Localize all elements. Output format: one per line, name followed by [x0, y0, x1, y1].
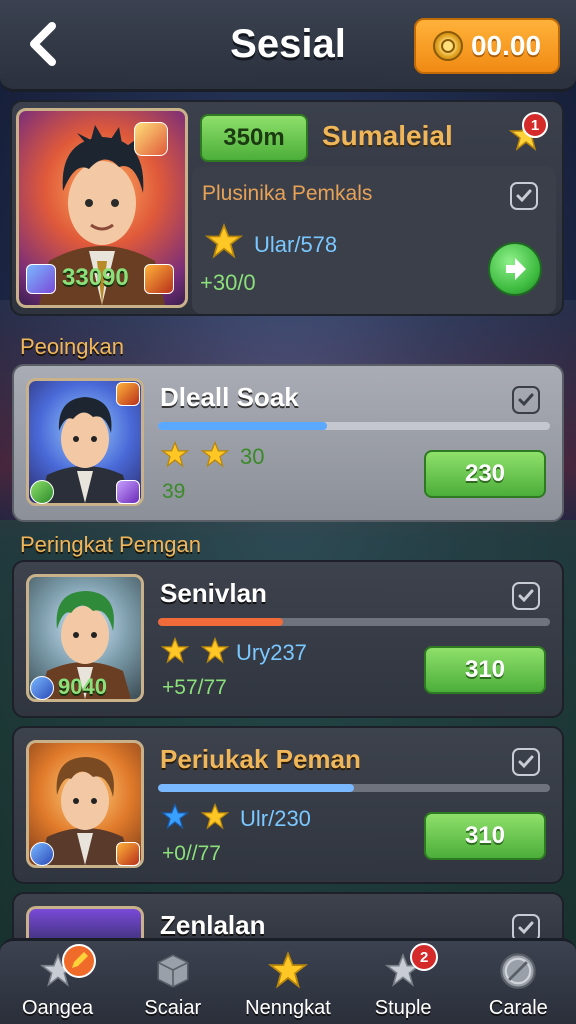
player-checkbox[interactable] — [512, 748, 540, 776]
check-icon — [518, 921, 534, 935]
player-price-button[interactable]: 230 — [424, 450, 546, 498]
player-name: Senivlan — [160, 578, 267, 608]
progress-bar — [158, 784, 550, 792]
player-stat-b: 39 — [162, 480, 186, 503]
arrow-right-icon — [506, 258, 526, 280]
star-rating — [160, 802, 230, 832]
nav-label: Oangea — [22, 997, 94, 1019]
player-stat-a: Ulr/230 — [240, 806, 311, 831]
star-rating — [160, 636, 230, 666]
player-price-button[interactable]: 310 — [424, 812, 546, 860]
player-stat-b: +0//77 — [162, 842, 221, 865]
notification-badge: 2 — [410, 943, 439, 971]
green-gem-icon — [30, 480, 54, 504]
cube-icon — [151, 949, 195, 993]
purple-gem-icon — [116, 480, 140, 504]
featured-player-name: Sumaleial — [322, 120, 453, 151]
check-icon — [518, 755, 534, 769]
featured-stat-change: +30/0 — [200, 270, 256, 295]
nav-item-nenngkat[interactable]: Nenngkat — [233, 949, 343, 1020]
check-icon — [516, 189, 532, 203]
player-stat-a: 30 — [240, 444, 265, 469]
featured-subtitle: Plusinika Pemkals — [202, 182, 373, 205]
level-pill: 350m — [200, 114, 308, 162]
nav-item-stuple[interactable]: 2 Stuple — [348, 943, 458, 1020]
section-heading-2: Peringkat Pemgan — [20, 532, 201, 557]
player-checkbox[interactable] — [512, 582, 540, 610]
gold-star-icon — [200, 636, 230, 664]
bottom-navigation: Oangea Scaiar Nenngkat 2 Stuple Carale — [0, 938, 576, 1024]
nav-item-scaiar[interactable]: Scaiar — [118, 949, 228, 1020]
gold-star-icon — [160, 636, 190, 664]
coin-icon — [432, 31, 463, 61]
blue-gem-icon — [26, 264, 56, 294]
gold-star-icon — [200, 440, 230, 468]
featured-stat-value: Ular/578 — [254, 232, 338, 257]
player-card[interactable]: 9040 Senivlan Ury237 +57/77 310 — [12, 560, 564, 718]
nav-item-oangea[interactable]: Oangea — [3, 944, 113, 1020]
player-name: Periukak Peman — [160, 744, 361, 774]
star-rating — [160, 440, 230, 470]
gold-star-icon — [204, 223, 244, 259]
blue-star-icon — [160, 802, 190, 830]
progress-fill — [158, 422, 327, 430]
orange-gem-icon — [116, 382, 140, 406]
featured-checkbox[interactable] — [510, 182, 538, 210]
progress-fill — [158, 784, 354, 792]
blue-gem-icon — [30, 676, 54, 700]
gold-star-icon — [200, 802, 230, 830]
player-name: Dleall Soak — [160, 382, 299, 412]
nav-label: Carale — [488, 997, 548, 1019]
progress-bar — [158, 618, 550, 626]
section-heading-1: Peoingkan — [20, 334, 124, 359]
player-checkbox[interactable] — [512, 386, 540, 414]
gold-star-icon — [160, 440, 190, 468]
orange-gem-icon — [144, 264, 174, 294]
blue-gem-icon — [30, 842, 54, 866]
orange-gem-icon — [116, 842, 140, 866]
coin-balance-button[interactable]: 00.00 — [414, 18, 560, 74]
pencil-badge-icon — [61, 944, 96, 978]
player-card[interactable]: Dleall Soak 30 39 230 — [12, 364, 564, 522]
nav-label: Nenngkat — [245, 997, 331, 1019]
nav-item-carale[interactable]: Carale — [463, 949, 573, 1020]
ball-icon — [496, 949, 540, 993]
check-icon — [518, 589, 534, 603]
top-bar: Sesial 00.00 — [0, 0, 576, 92]
nav-label: Stuple — [374, 997, 432, 1019]
progress-bar — [158, 422, 550, 430]
notification-badge: 1 — [522, 112, 548, 138]
featured-rating: 33090 — [62, 264, 129, 291]
check-icon — [518, 393, 534, 407]
player-stat-b: +57/77 — [162, 676, 227, 699]
coin-amount: 00.00 — [470, 30, 542, 61]
rank-badge-icon — [134, 122, 168, 156]
progress-fill — [158, 618, 284, 626]
player-name: Zenlalan — [160, 910, 266, 940]
nav-label: Scaiar — [144, 997, 202, 1019]
player-rating: 9040 — [58, 674, 107, 699]
player-price-button[interactable]: 310 — [424, 646, 546, 694]
player-stat-a: Ury237 — [236, 640, 307, 665]
player-card[interactable]: Periukak Peman Ulr/230 +0//77 310 — [12, 726, 564, 884]
featured-go-button[interactable] — [488, 242, 542, 296]
gold-star-icon — [266, 949, 310, 993]
